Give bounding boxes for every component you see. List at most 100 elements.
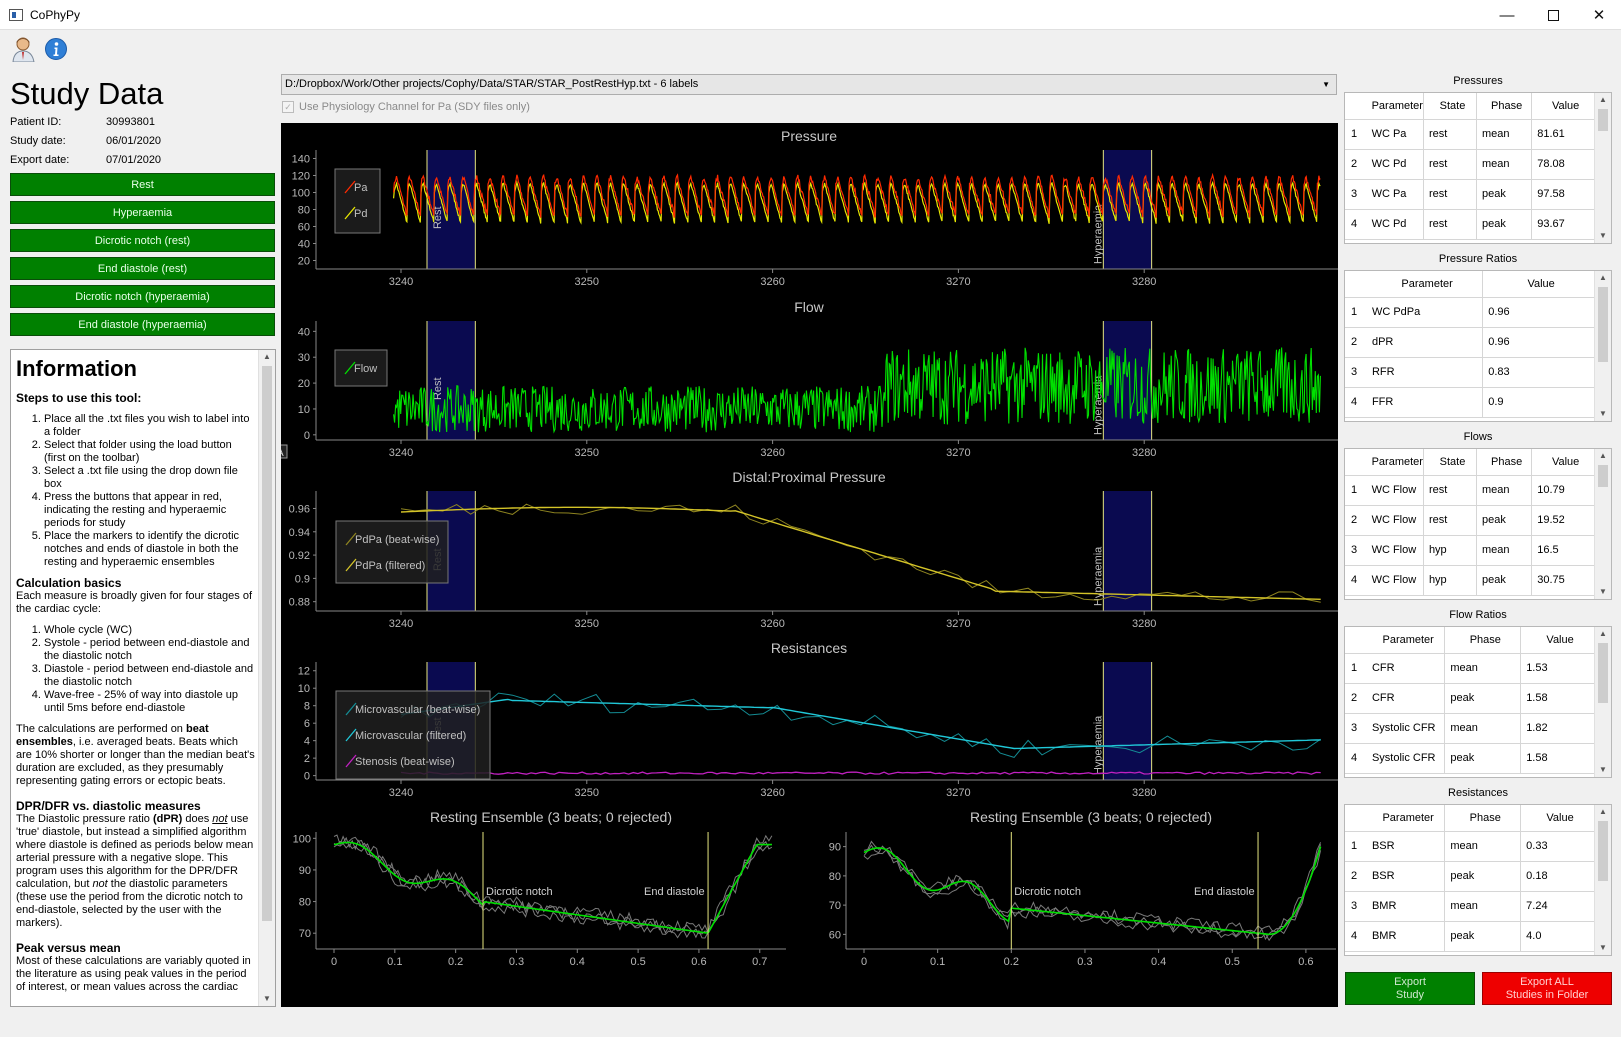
- maximize-button[interactable]: [1530, 0, 1576, 30]
- y-tick-label: 90: [299, 865, 311, 877]
- dicrotic-notch-rest-button[interactable]: Dicrotic notch (rest): [10, 229, 275, 252]
- info-button[interactable]: [42, 35, 70, 63]
- legend-label: Stenosis (beat-wise): [355, 756, 455, 768]
- hyperaemia-button[interactable]: Hyperaemia: [10, 201, 275, 224]
- y-tick-label: 0.92: [289, 550, 310, 562]
- info-scrollbar[interactable]: ▲ ▼: [258, 350, 275, 1006]
- table-row[interactable]: 3 BMR mean 7.24: [1345, 891, 1595, 922]
- table-row[interactable]: 2 WC Pd rest mean 78.08: [1345, 149, 1595, 180]
- table-row[interactable]: 2 WC Flow rest peak 19.52: [1345, 505, 1595, 536]
- scroll-up-icon[interactable]: ▲: [259, 350, 275, 364]
- resist-header-value[interactable]: Value: [1520, 805, 1595, 832]
- flows-header-state[interactable]: State: [1423, 449, 1478, 476]
- flows-header-parameter[interactable]: Parameter: [1366, 449, 1424, 476]
- end-diastole-hyperaemia-button[interactable]: End diastole (hyperaemia): [10, 313, 275, 336]
- export-all-button[interactable]: Export ALL Studies in Folder: [1482, 972, 1612, 1005]
- scroll-thumb[interactable]: [262, 366, 272, 921]
- auto-range-icon: A: [281, 448, 284, 459]
- hyperaemia-band-label: Hyperaemia: [1092, 546, 1104, 606]
- close-button[interactable]: ✕: [1576, 0, 1621, 30]
- load-folder-button[interactable]: [10, 35, 38, 63]
- resistances-table[interactable]: Parameter Phase Value 1 BSR mean 0.33 2 BSR p…: [1344, 804, 1612, 956]
- table-row[interactable]: 2 dPR 0.96: [1345, 327, 1595, 358]
- pressures-table[interactable]: Parameter State Phase Value 1 WC Pa rest me…: [1344, 92, 1612, 244]
- file-path-text: D:/Dropbox/Work/Other projects/Cophy/Dat…: [285, 78, 699, 90]
- flows-header-phase[interactable]: Phase: [1476, 449, 1533, 476]
- table-row[interactable]: 3 Systolic CFR mean 1.82: [1345, 713, 1595, 744]
- end-diastole-rest-button[interactable]: End diastole (rest): [10, 257, 275, 280]
- y-tick-label: 12: [298, 666, 310, 678]
- y-tick-label: 70: [299, 928, 311, 940]
- scroll-down-icon[interactable]: ▼: [259, 992, 275, 1006]
- table-row[interactable]: 4 BMR peak 4.0: [1345, 921, 1595, 952]
- resist-scrollbar[interactable]: ▲ ▼: [1594, 805, 1611, 955]
- pdpa-legend: [335, 520, 449, 584]
- table-row[interactable]: 1 WC Flow rest mean 10.79: [1345, 475, 1595, 506]
- table-row[interactable]: 4 Systolic CFR peak 1.58: [1345, 743, 1595, 774]
- dicrotic-notch-hyperaemia-button[interactable]: Dicrotic notch (hyperaemia): [10, 285, 275, 308]
- stage-item: Systole - period between end-diastole an…: [44, 637, 256, 663]
- pratios-scrollbar[interactable]: ▲ ▼: [1594, 271, 1611, 421]
- study-title: Study Data: [10, 76, 164, 111]
- export-study-button[interactable]: Export Study: [1345, 972, 1475, 1005]
- minimize-button[interactable]: —: [1484, 0, 1530, 30]
- export-study-label: Export Study: [1394, 975, 1426, 1001]
- y-tick-label: 10: [298, 404, 310, 416]
- x-tick-label: 0.5: [630, 956, 645, 968]
- legend-label: Microvascular (beat-wise): [355, 704, 480, 716]
- table-row[interactable]: 2 BSR peak 0.18: [1345, 861, 1595, 892]
- flows-table[interactable]: Parameter State Phase Value 1 WC Flow rest…: [1344, 448, 1612, 600]
- y-tick-label: 10: [298, 683, 310, 695]
- peak-paragraph: Most of these calculations are variably …: [16, 955, 251, 993]
- resist-header-phase[interactable]: Phase: [1444, 805, 1522, 832]
- pressures-header-parameter[interactable]: Parameter: [1366, 93, 1424, 120]
- table-row[interactable]: 1 WC PdPa 0.96: [1345, 297, 1595, 328]
- pressures-header-phase[interactable]: Phase: [1476, 93, 1533, 120]
- end-diastole-label: End diastole: [1194, 886, 1255, 898]
- x-tick-label: 3240: [389, 276, 413, 288]
- y-tick-label: 100: [293, 833, 311, 845]
- table-row[interactable]: 3 WC Pa rest peak 97.58: [1345, 179, 1595, 210]
- information-panel[interactable]: Information Steps to use this tool: Plac…: [10, 349, 276, 1007]
- resist-header-parameter[interactable]: Parameter: [1366, 805, 1446, 832]
- file-select-dropdown[interactable]: D:/Dropbox/Work/Other projects/Cophy/Dat…: [281, 74, 1337, 95]
- table-row[interactable]: 2 CFR peak 1.58: [1345, 683, 1595, 714]
- pratios-header-parameter[interactable]: Parameter: [1366, 271, 1484, 298]
- plots-area[interactable]: Pressure 140 120 100 80 60 40 20 3240 3250 3260 327…: [281, 123, 1338, 1007]
- table-row[interactable]: 4 WC Flow hyp peak 30.75: [1345, 565, 1595, 596]
- x-tick-label: 0.7: [752, 956, 767, 968]
- flow-series-line: [393, 347, 1321, 434]
- x-tick-label: 0.5: [1225, 956, 1240, 968]
- table-row[interactable]: 4 FFR 0.9: [1345, 387, 1595, 418]
- x-tick-label: 0.3: [1077, 956, 1092, 968]
- pressure-ratios-table[interactable]: Parameter Value 1 WC PdPa 0.96 2 dPR 0.96 3R…: [1344, 270, 1612, 422]
- table-row[interactable]: 1 CFR mean 1.53: [1345, 653, 1595, 684]
- table-row[interactable]: 4 WC Pd rest peak 93.67: [1345, 209, 1595, 240]
- fratios-header-phase[interactable]: Phase: [1444, 627, 1522, 654]
- pdpa-filtered-line: [400, 506, 1321, 600]
- fratios-scrollbar[interactable]: ▲ ▼: [1594, 627, 1611, 777]
- fratios-header-parameter[interactable]: Parameter: [1366, 627, 1446, 654]
- flow-ratios-table[interactable]: Parameter Phase Value 1 CFR mean 1.53 2 CFR p…: [1344, 626, 1612, 778]
- ens_hyp-title: Resting Ensemble (3 beats; 0 rejected): [970, 809, 1212, 825]
- fratios-header-value[interactable]: Value: [1520, 627, 1595, 654]
- pressures-scrollbar[interactable]: ▲ ▼: [1594, 93, 1611, 243]
- plots-canvas[interactable]: Pressure140120100806040203240 3250 3260 327…: [281, 123, 1338, 1007]
- table-row[interactable]: 1 BSR mean 0.33: [1345, 831, 1595, 862]
- x-tick-label: 3250: [575, 447, 599, 459]
- microvascular-filtered-line: [400, 698, 1321, 750]
- y-tick-label: 8: [304, 701, 310, 713]
- pressures-header-value[interactable]: Value: [1531, 93, 1595, 120]
- rest-button[interactable]: Rest: [10, 173, 275, 196]
- y-tick-label: 0: [304, 430, 310, 442]
- table-row[interactable]: 1 WC Pa rest mean 81.61: [1345, 119, 1595, 150]
- physiology-channel-checkbox[interactable]: ✓ Use Physiology Channel for Pa (SDY fil…: [282, 101, 530, 113]
- table-row[interactable]: 3 RFR 0.83: [1345, 357, 1595, 388]
- y-tick-label: 0: [304, 771, 310, 783]
- flows-scrollbar[interactable]: ▲ ▼: [1594, 449, 1611, 599]
- pressures-header-state[interactable]: State: [1423, 93, 1478, 120]
- flows-header-value[interactable]: Value: [1531, 449, 1595, 476]
- pressures-title: Pressures: [1453, 75, 1503, 87]
- pratios-header-value[interactable]: Value: [1482, 271, 1595, 298]
- table-row[interactable]: 3 WC Flow hyp mean 16.5: [1345, 535, 1595, 566]
